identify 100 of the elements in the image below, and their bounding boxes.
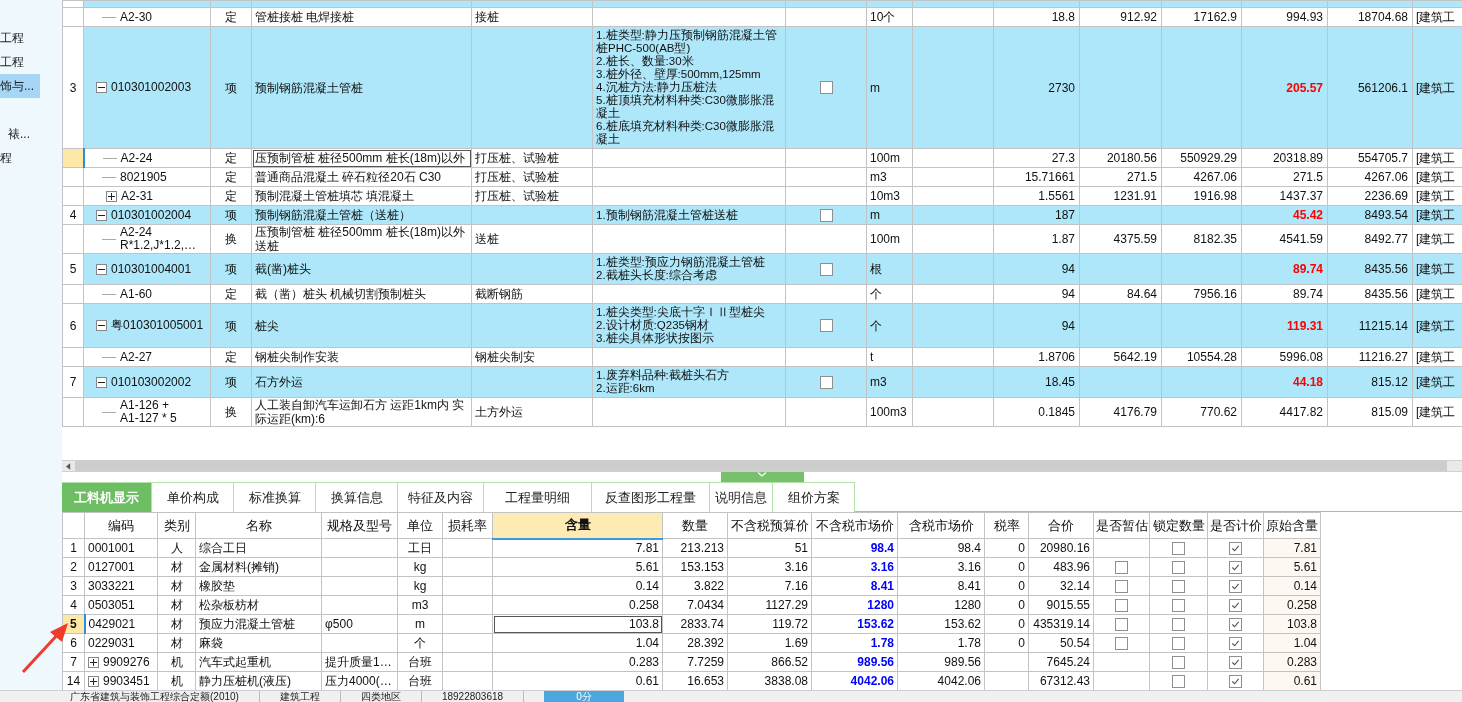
checkbox[interactable] — [1229, 674, 1242, 688]
table-cell: [建筑工 — [1416, 232, 1456, 246]
column-header[interactable]: 是否计价 — [1207, 512, 1264, 539]
table-cell: 材 — [170, 560, 183, 574]
collapse-toggle[interactable] — [96, 209, 107, 221]
splitter-handle[interactable] — [720, 472, 804, 482]
column-header[interactable]: 不含税预算价 — [727, 512, 812, 539]
table-cell: 483.96 — [1053, 560, 1090, 574]
collapse-toggle[interactable] — [96, 320, 107, 331]
code-text: 010301002004 — [111, 208, 192, 222]
expand-toggle[interactable] — [88, 656, 99, 668]
table-cell: 815.09 — [1371, 405, 1408, 419]
table-cell: 28.392 — [687, 636, 724, 650]
table-cell: 定 — [225, 287, 237, 301]
table-cell: 8435.56 — [1364, 262, 1408, 276]
table-cell: 橡胶垫 — [199, 579, 235, 593]
column-header[interactable]: 是否暂估 — [1093, 512, 1150, 539]
table-cell: [建筑工 — [1416, 287, 1456, 301]
checkbox[interactable] — [1229, 617, 1242, 631]
sidebar-item[interactable]: 工程 — [0, 50, 62, 74]
status-text: 广东省建筑与装饰工程综合定额(2010) — [50, 691, 260, 702]
sidebar-item[interactable]: 饰与... — [0, 74, 40, 98]
checkbox[interactable] — [1172, 636, 1185, 650]
table-cell: 7956.16 — [1193, 287, 1237, 301]
table-cell: 1.78 — [957, 636, 981, 650]
column-header[interactable]: 名称 — [195, 512, 322, 539]
checkbox[interactable] — [1172, 598, 1185, 612]
checkbox[interactable] — [1229, 598, 1242, 612]
column-header[interactable]: 原始含量 — [1263, 512, 1321, 539]
table-cell: 0 — [1018, 617, 1025, 631]
table-cell: 815.12 — [1371, 375, 1408, 389]
column-header[interactable]: 含税市场价 — [897, 512, 985, 539]
table-cell: [建筑工 — [1416, 170, 1456, 184]
table-cell: 0 — [1018, 636, 1025, 650]
collapse-toggle[interactable] — [96, 376, 107, 388]
checkbox[interactable] — [1172, 541, 1185, 555]
feature-line: 2.运距:6km — [596, 382, 656, 395]
checkbox[interactable] — [1115, 579, 1128, 593]
table-cell: 7.7259 — [687, 655, 724, 669]
tab[interactable]: 反查图形工程量 — [592, 482, 710, 512]
sidebar-item[interactable]: 工程 — [0, 26, 62, 50]
checkbox[interactable] — [1115, 598, 1128, 612]
column-header[interactable]: 单位 — [397, 512, 443, 539]
table-cell: 4267.06 — [1364, 170, 1408, 184]
tab[interactable]: 组价方案 — [773, 482, 855, 512]
table-cell: 2730 — [1048, 80, 1075, 95]
checkbox[interactable] — [1172, 560, 1185, 574]
checkbox[interactable] — [1229, 579, 1242, 593]
table-cell: 7.16 — [784, 579, 808, 593]
table-cell: 205.57 — [1286, 80, 1323, 95]
collapse-toggle[interactable] — [96, 263, 107, 275]
column-header[interactable]: 不含税市场价 — [811, 512, 898, 539]
checkbox[interactable] — [1229, 541, 1242, 555]
checkbox[interactable] — [1115, 617, 1128, 631]
tab[interactable]: 特征及内容 — [398, 482, 484, 512]
column-header[interactable]: 含量 — [492, 512, 663, 539]
column-header[interactable]: 规格及型号 — [321, 512, 398, 539]
table-cell: 119.72 — [772, 617, 808, 631]
table-cell: 4042.06 — [937, 674, 981, 688]
table-cell: 提升质量1… — [325, 655, 392, 669]
checkbox[interactable] — [819, 319, 833, 332]
checkbox[interactable] — [1229, 636, 1242, 650]
tab[interactable]: 换算信息 — [316, 482, 398, 512]
checkbox[interactable] — [819, 208, 833, 222]
checkbox[interactable] — [819, 81, 833, 94]
tab[interactable]: 说明信息 — [710, 482, 773, 512]
column-header[interactable]: 锁定数量 — [1149, 512, 1208, 539]
tab[interactable]: 标准换算 — [234, 482, 316, 512]
expand-toggle[interactable] — [106, 190, 117, 202]
table-cell: 材 — [170, 636, 183, 650]
sidebar-item[interactable]: 程 — [0, 146, 62, 170]
expand-toggle[interactable] — [88, 675, 99, 687]
table-cell: 7.81 — [1293, 541, 1317, 555]
checkbox[interactable] — [819, 375, 833, 389]
checkbox[interactable] — [1172, 617, 1185, 631]
checkbox[interactable] — [1172, 674, 1185, 688]
column-header[interactable]: 税率 — [984, 512, 1029, 539]
checkbox[interactable] — [1229, 655, 1242, 669]
checkbox[interactable] — [819, 262, 833, 276]
column-header[interactable]: 合价 — [1028, 512, 1094, 539]
sidebar-item[interactable]: 裱... — [0, 122, 62, 146]
table-cell: 11216.27 — [1358, 350, 1408, 364]
table-cell: 压力4000(… — [325, 674, 392, 688]
code-text: A1-126 + A1-127 * 5 — [120, 399, 177, 425]
scrollbar-thumb[interactable] — [75, 461, 1447, 471]
column-header[interactable]: 数量 — [662, 512, 728, 539]
checkbox[interactable] — [1115, 636, 1128, 650]
column-header[interactable]: 编码 — [84, 512, 158, 539]
column-header[interactable]: 损耗率 — [442, 512, 493, 539]
checkbox[interactable] — [1115, 560, 1128, 574]
tab[interactable]: 单价构成 — [152, 482, 234, 512]
checkbox[interactable] — [1229, 560, 1242, 574]
checkbox[interactable] — [1172, 655, 1185, 669]
code-text: 010301002003 — [111, 81, 192, 94]
collapse-toggle[interactable] — [96, 82, 107, 93]
table-cell: 送桩 — [475, 232, 499, 246]
tab[interactable]: 工程量明细 — [484, 482, 592, 512]
feature-line: 1.废弃料品种:截桩头石方 — [596, 369, 730, 382]
checkbox[interactable] — [1172, 579, 1185, 593]
column-header[interactable]: 类别 — [157, 512, 196, 539]
